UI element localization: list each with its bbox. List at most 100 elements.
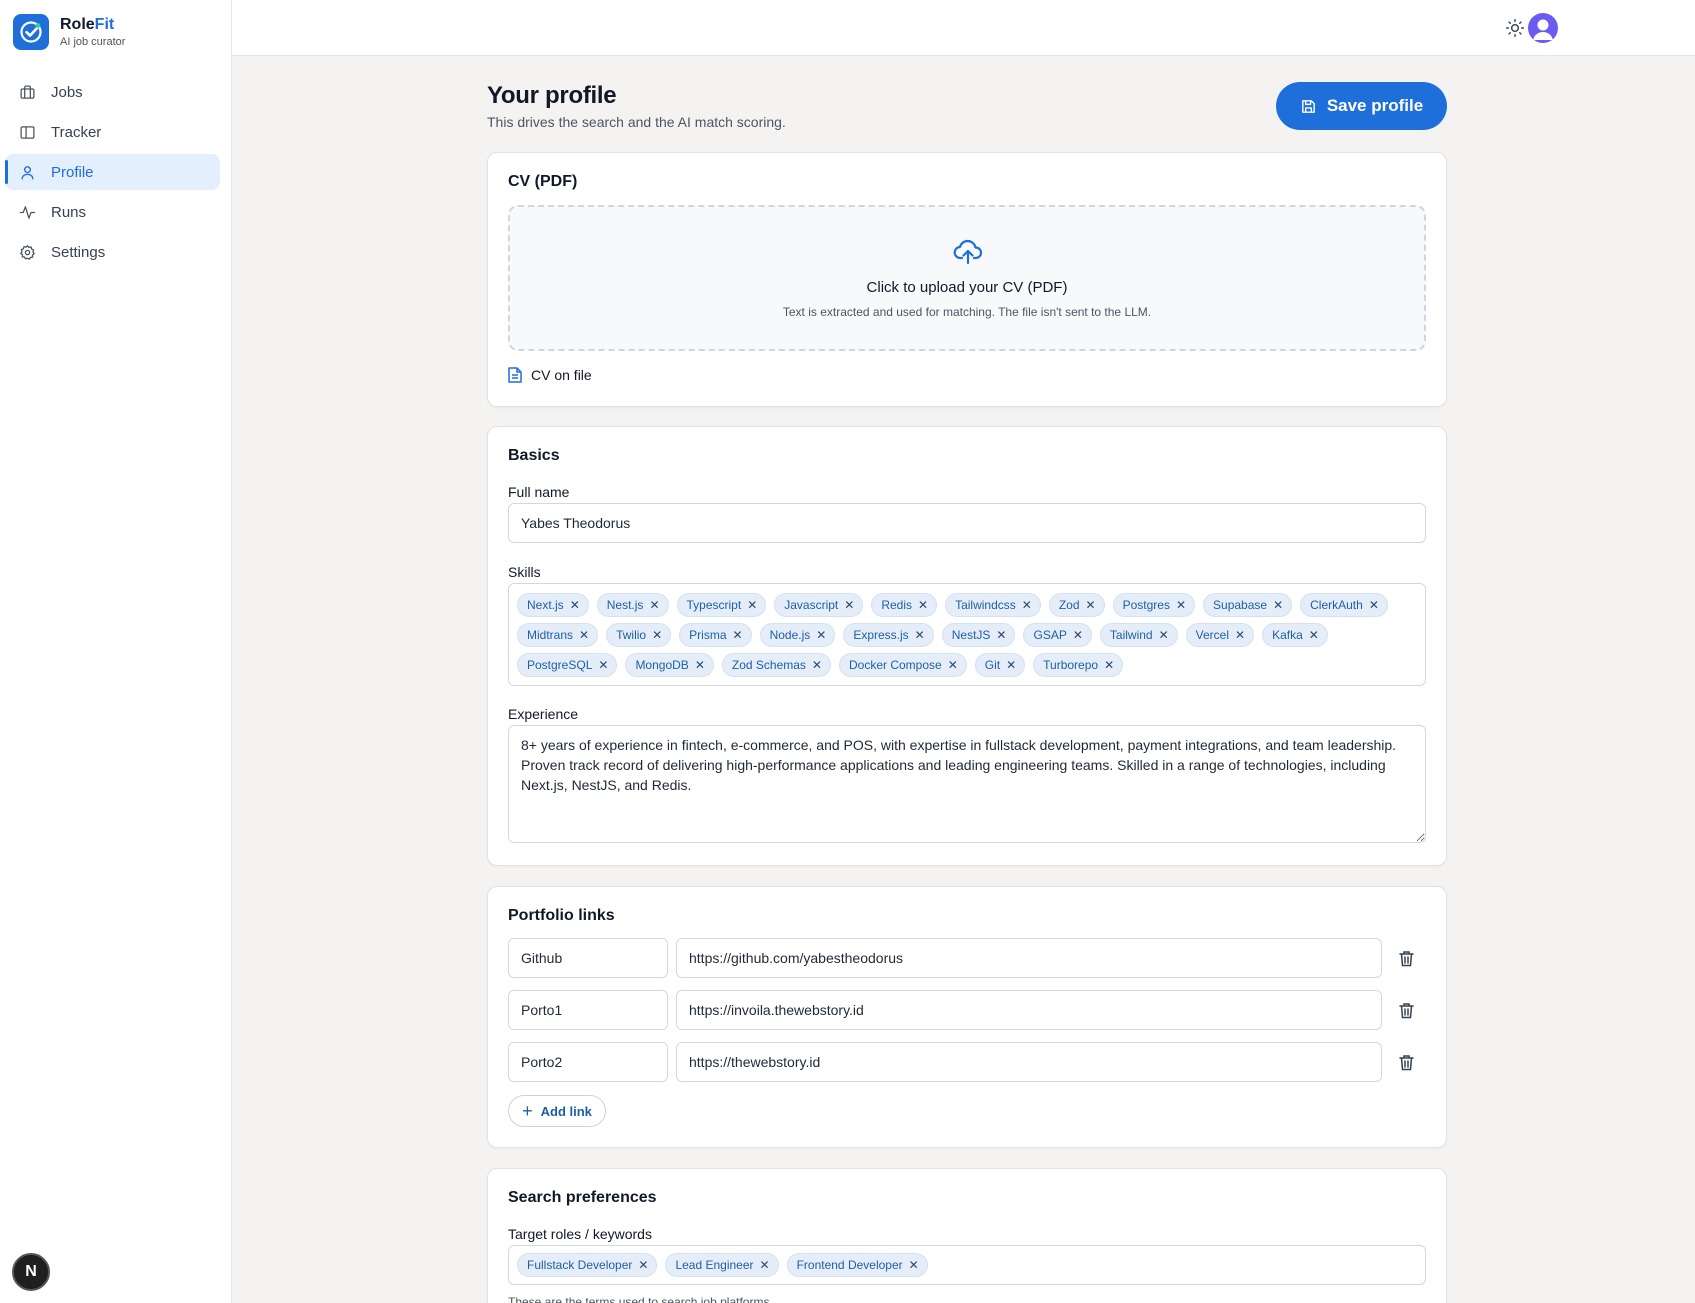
sidebar-item-settings[interactable]: Settings — [5, 234, 220, 270]
brand-subtitle: AI job curator — [60, 36, 126, 48]
remove-chip-icon[interactable]: ✕ — [579, 628, 589, 642]
remove-chip-icon[interactable]: ✕ — [909, 1258, 919, 1272]
portfolio-link-row — [508, 1042, 1426, 1082]
chip: Vercel ✕ — [1185, 623, 1255, 647]
main-content: Your profile This drives the search and … — [487, 56, 1447, 1303]
remove-chip-icon[interactable]: ✕ — [1369, 598, 1379, 612]
chip-label: Node.js — [769, 628, 811, 642]
chip-label: Supabase — [1213, 598, 1268, 612]
remove-chip-icon[interactable]: ✕ — [1235, 628, 1245, 642]
link-label-input[interactable] — [508, 938, 668, 978]
chip: Javascript ✕ — [774, 593, 864, 617]
chip-label: Git — [984, 658, 1001, 672]
chip: Midtrans ✕ — [517, 623, 599, 647]
full-name-input[interactable] — [508, 503, 1426, 543]
remove-chip-icon[interactable]: ✕ — [844, 598, 854, 612]
remove-chip-icon[interactable]: ✕ — [1104, 658, 1114, 672]
app-root: RoleFit AI job curator Jobs Tracker Prof… — [0, 0, 1695, 1303]
chip-label: Typescript — [686, 598, 742, 612]
sidebar-item-profile[interactable]: Profile — [5, 154, 220, 190]
page-header: Your profile This drives the search and … — [487, 56, 1447, 152]
remove-chip-icon[interactable]: ✕ — [1309, 628, 1319, 642]
chip-label: Turborepo — [1043, 658, 1099, 672]
chip: Git ✕ — [974, 653, 1026, 677]
chip-label: Frontend Developer — [796, 1258, 903, 1272]
remove-chip-icon[interactable]: ✕ — [570, 598, 580, 612]
upload-hint: Text is extracted and used for matching.… — [782, 305, 1152, 319]
chip: Express.js ✕ — [843, 623, 934, 647]
remove-chip-icon[interactable]: ✕ — [638, 1258, 648, 1272]
remove-chip-icon[interactable]: ✕ — [1022, 598, 1032, 612]
page-subtitle: This drives the search and the AI match … — [487, 114, 786, 130]
chip-label: Tailwind — [1109, 628, 1153, 642]
remove-chip-icon[interactable]: ✕ — [1273, 598, 1283, 612]
remove-chip-icon[interactable]: ✕ — [996, 628, 1006, 642]
link-url-input[interactable] — [676, 990, 1382, 1030]
brand[interactable]: RoleFit AI job curator — [13, 14, 125, 50]
chip-label: Zod Schemas — [731, 658, 806, 672]
remove-chip-icon[interactable]: ✕ — [733, 628, 743, 642]
sidebar-item-jobs[interactable]: Jobs — [5, 74, 220, 110]
chip-label: Prisma — [689, 628, 727, 642]
chip-label: Next.js — [527, 598, 564, 612]
chip: Zod Schemas ✕ — [721, 653, 831, 677]
chip-label: Redis — [881, 598, 913, 612]
skills-chip-input[interactable]: Next.js ✕ Nest.js ✕ Typescript ✕ Javascript ✕ Re… — [508, 583, 1426, 686]
chip: Next.js ✕ — [517, 593, 589, 617]
sidebar-item-label: Profile — [51, 163, 94, 181]
remove-chip-icon[interactable]: ✕ — [695, 658, 705, 672]
sun-icon[interactable] — [1503, 16, 1527, 40]
sidebar-item-label: Runs — [51, 203, 87, 221]
chip: Tailwindcss ✕ — [945, 593, 1041, 617]
trash-icon[interactable] — [1394, 946, 1418, 970]
chip-label: Midtrans — [527, 628, 574, 642]
target-roles-chip-input[interactable]: Fullstack Developer ✕ Lead Engineer ✕ Fronte… — [508, 1245, 1426, 1285]
remove-chip-icon[interactable]: ✕ — [812, 658, 822, 672]
portfolio-card: Portfolio links Github https://github.co… — [487, 886, 1447, 1148]
upload-title: Click to upload your CV (PDF) — [866, 279, 1068, 296]
remove-chip-icon[interactable]: ✕ — [747, 598, 757, 612]
sidebar-item-label: Settings — [51, 243, 106, 261]
chip: ClerkAuth ✕ — [1300, 593, 1388, 617]
chip-label: Twilio — [616, 628, 647, 642]
chip: Twilio ✕ — [606, 623, 672, 647]
add-link-button[interactable]: + Add link — [508, 1095, 606, 1127]
basics-card-title: Basics — [508, 447, 560, 464]
remove-chip-icon[interactable]: ✕ — [598, 658, 608, 672]
chip-label: Postgres — [1122, 598, 1170, 612]
remove-chip-icon[interactable]: ✕ — [1159, 628, 1169, 642]
remove-chip-icon[interactable]: ✕ — [1073, 628, 1083, 642]
remove-chip-icon[interactable]: ✕ — [652, 628, 662, 642]
topbar — [232, 0, 1695, 56]
sidebar-item-label: Jobs — [51, 83, 83, 101]
sidebar-item-tracker[interactable]: Tracker — [5, 114, 220, 150]
search-preferences-card: Search preferences Target roles / keywor… — [487, 1168, 1447, 1303]
link-url-input[interactable] — [676, 1042, 1382, 1082]
save-icon — [1301, 99, 1315, 113]
remove-chip-icon[interactable]: ✕ — [1176, 598, 1186, 612]
save-profile-button[interactable]: Save profile — [1276, 82, 1447, 130]
trash-icon[interactable] — [1394, 1050, 1418, 1074]
remove-chip-icon[interactable]: ✕ — [760, 1258, 770, 1272]
user-avatar-icon[interactable] — [1528, 13, 1558, 43]
remove-chip-icon[interactable]: ✕ — [915, 628, 925, 642]
experience-textarea[interactable]: 8+ years of experience in fintech, e-com… — [508, 725, 1426, 843]
link-label-input[interactable] — [508, 1042, 668, 1082]
remove-chip-icon[interactable]: ✕ — [816, 628, 826, 642]
remove-chip-icon[interactable]: ✕ — [649, 598, 659, 612]
remove-chip-icon[interactable]: ✕ — [1086, 598, 1096, 612]
sidebar-item-runs[interactable]: Runs — [5, 194, 220, 230]
remove-chip-icon[interactable]: ✕ — [918, 598, 928, 612]
chip-label: Tailwindcss — [955, 598, 1016, 612]
brand-text: RoleFit AI job curator — [60, 16, 125, 48]
link-url-input[interactable] — [676, 938, 1382, 978]
portfolio-link-row — [508, 938, 1426, 978]
remove-chip-icon[interactable]: ✕ — [1006, 658, 1016, 672]
cv-upload-dropzone[interactable]: Click to upload your CV (PDF) Text is ex… — [508, 205, 1426, 351]
gear-icon — [17, 242, 37, 262]
dev-tools-badge[interactable]: N — [12, 1253, 50, 1291]
trash-icon[interactable] — [1394, 998, 1418, 1022]
remove-chip-icon[interactable]: ✕ — [948, 658, 958, 672]
briefcase-icon — [17, 82, 37, 102]
link-label-input[interactable] — [508, 990, 668, 1030]
